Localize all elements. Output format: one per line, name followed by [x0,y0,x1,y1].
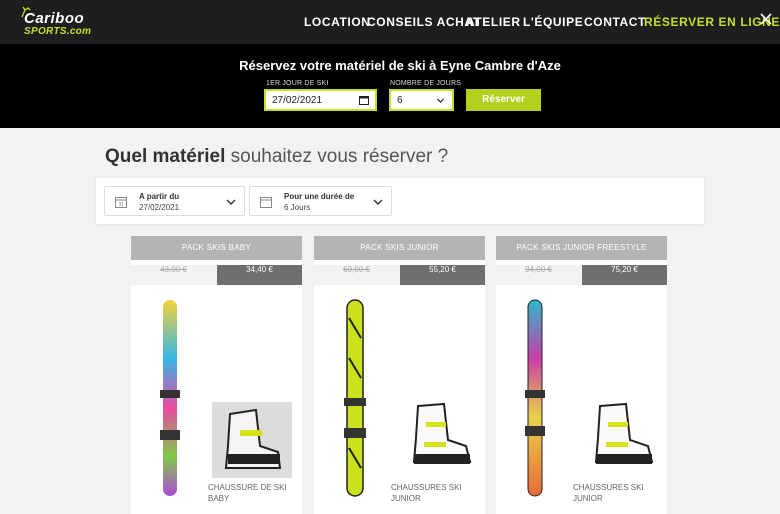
ski-image [160,300,180,496]
nav-location[interactable]: LOCATION [304,15,371,29]
pack-name: PACK SKIS BABY [131,236,302,260]
svg-text:31: 31 [119,202,125,208]
nav-contact[interactable]: CONTACT [584,15,646,29]
date-value: 27/02/2021 [272,95,323,106]
current-price: 75,20 € [582,265,667,285]
ski-boot-image [412,402,472,464]
filter-bar: 31 A partir du 27/02/2021 Pour une durée… [96,178,704,224]
date-input[interactable]: 27/02/2021 [264,89,377,111]
pack-name: PACK SKIS JUNIOR [314,236,485,260]
duration-filter-title: Pour une durée de [284,192,355,201]
top-navbar: Cariboo SPORTS.com LOCATION CONSEILS ACH… [0,0,780,44]
ski-image [525,299,545,497]
chevron-down-icon [373,199,383,205]
page-title: Quel matériel souhaitez vous réserver ? [105,146,448,168]
days-label: NOMBRE DE JOURS [390,80,462,87]
ski-boot-image [212,402,292,478]
booking-title: Réservez votre matériel de ski à Eyne Ca… [239,58,561,73]
old-price: 43,00 € [160,265,187,274]
old-price: 69,00 € [343,265,370,274]
current-price: 55,20 € [400,265,485,285]
start-date-filter-title: A partir du [139,192,180,201]
price-row: 43,00 € 34,40 € [131,265,302,285]
start-date-filter-value: 27/02/2021 [139,203,180,212]
boot-label: CHAUSSURE DE SKI BABY [208,483,287,503]
ski-boot-image [594,402,654,464]
ski-image [344,299,366,497]
close-icon[interactable] [758,11,774,27]
calendar-icon[interactable] [359,95,369,105]
duration-filter-value: 6 Jours [284,203,311,212]
date-label: 1ER JOUR DE SKI [266,80,329,87]
chevron-down-icon [437,98,444,103]
nav-atelier[interactable]: ATELIER [466,15,521,29]
pack-card-baby[interactable]: PACK SKIS BABY 43,00 € 34,40 € CHAUSSURE… [131,236,302,514]
calendar-icon: 31 [115,197,127,208]
days-select[interactable]: 6 [389,89,454,111]
logo-text: Cariboo [24,10,85,27]
pack-name: PACK SKIS JUNIOR FREESTYLE [496,236,667,260]
boot-label: CHAUSSURES SKI JUNIOR [573,483,644,503]
chevron-down-icon [226,199,236,205]
current-price: 34,40 € [217,265,302,285]
page-title-bold: Quel matériel [105,146,226,167]
calendar-icon [260,197,272,208]
start-date-filter[interactable]: 31 A partir du 27/02/2021 [104,186,245,216]
page-title-rest: souhaitez vous réserver ? [225,146,449,167]
reserve-button[interactable]: Réserver [466,89,541,111]
logo[interactable]: Cariboo SPORTS.com [20,6,100,40]
booking-band: Réservez votre matériel de ski à Eyne Ca… [0,44,780,128]
nav-equipe[interactable]: L'ÉQUIPE [523,15,583,29]
boot-label: CHAUSSURES SKI JUNIOR [391,483,462,503]
pack-card-junior-freestyle[interactable]: PACK SKIS JUNIOR FREESTYLE 94,00 € 75,20… [496,236,667,514]
old-price: 94,00 € [525,265,552,274]
pack-card-junior[interactable]: PACK SKIS JUNIOR 69,00 € 55,20 € CHAUSSU… [314,236,485,514]
price-row: 94,00 € 75,20 € [496,265,667,285]
price-row: 69,00 € 55,20 € [314,265,485,285]
nav-conseils-achat[interactable]: CONSEILS ACHAT [367,15,481,29]
duration-filter[interactable]: Pour une durée de 6 Jours [249,186,392,216]
logo-subtext: SPORTS.com [24,26,92,37]
days-value: 6 [397,95,403,106]
